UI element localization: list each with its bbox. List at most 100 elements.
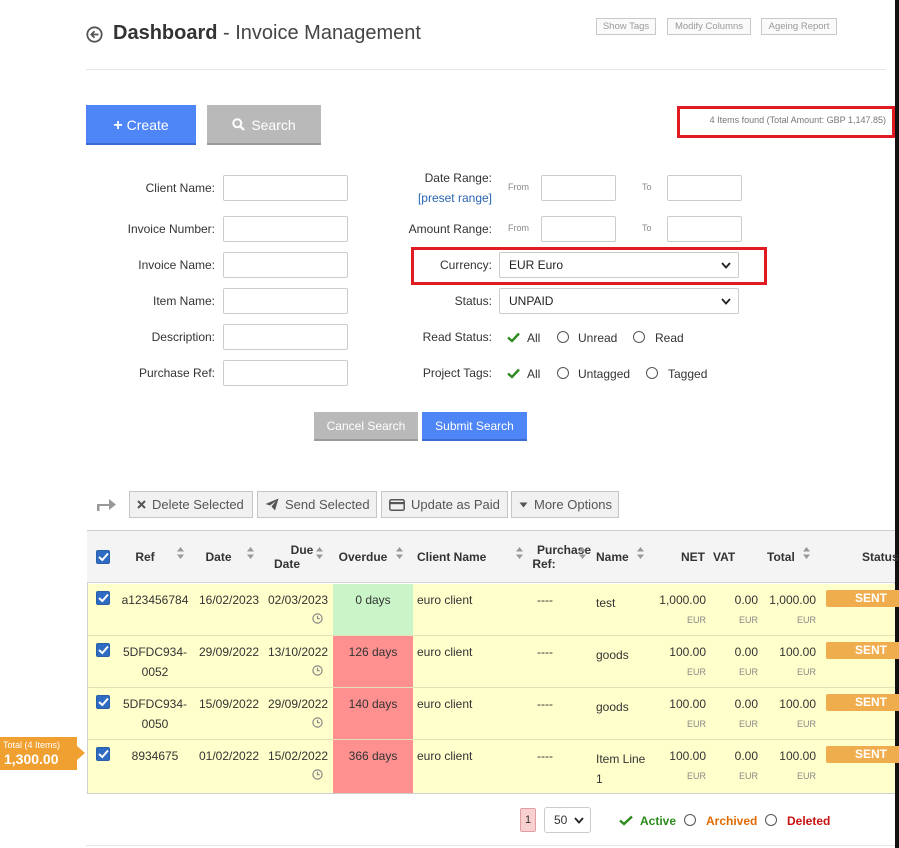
invoice-ref-link-line2[interactable]: 0050 [115,717,195,731]
check-icon[interactable] [507,368,520,379]
project-tags-all[interactable]: All [527,367,540,381]
show-tags-button[interactable]: Show Tags [596,18,656,35]
checkmark-icon [98,552,109,562]
project-tags-untagged-radio[interactable] [557,367,569,379]
column-header-net[interactable]: NET [677,550,705,564]
date-to-input[interactable] [667,175,742,201]
search-button[interactable]: Search [207,105,321,145]
date-from-input[interactable] [541,175,616,201]
invoice-ref-link-line2[interactable]: 0052 [115,665,195,679]
invoice-name-input[interactable] [223,252,348,278]
clock-icon[interactable] [312,613,323,624]
sort-icon[interactable] [177,547,184,559]
column-header-vat[interactable]: VAT [713,550,739,564]
amount-range-label: Amount Range: [408,222,492,236]
page-number-button[interactable]: 1 [520,808,536,832]
invoice-name-label: Invoice Name: [138,258,215,272]
status-badge[interactable]: SENT [826,694,899,711]
column-header-total[interactable]: Total [767,550,797,564]
clock-icon[interactable] [312,717,323,728]
net-currency: EUR [686,771,706,781]
read-status-read-radio[interactable] [633,331,645,343]
sort-icon[interactable] [803,547,810,559]
column-header-ref[interactable]: Ref [130,550,160,564]
client-name-link[interactable]: euro client [417,645,472,659]
project-tags-tagged-radio[interactable] [646,367,658,379]
invoice-ref-link[interactable]: 5DFDC934- [115,697,195,711]
amount-from-input[interactable] [541,216,616,242]
status-badge[interactable]: SENT [826,746,899,763]
status-select[interactable]: UNPAID [499,288,739,314]
column-header-purchase-line2[interactable]: Ref: [530,557,558,571]
sort-icon[interactable] [396,547,403,559]
client-name-input[interactable] [223,175,348,201]
amount-to-input[interactable] [667,216,742,242]
status-badge[interactable]: SENT [826,642,899,659]
invoice-name: Item Line [596,752,646,766]
filter-active[interactable]: Active [640,814,676,828]
purchase-ref-input[interactable] [223,360,348,386]
per-page-select[interactable]: 50 [544,807,591,833]
project-tags-tagged[interactable]: Tagged [668,367,707,381]
clock-icon[interactable] [312,769,323,780]
select-all-checkbox[interactable] [96,550,110,564]
sort-icon[interactable] [316,547,323,559]
table-row[interactable] [88,688,895,740]
project-tags-untagged[interactable]: Untagged [578,367,630,381]
submit-search-button[interactable]: Submit Search [422,412,527,441]
read-status-unread[interactable]: Unread [578,331,617,345]
vat-currency: EUR [738,719,758,729]
client-name-link[interactable]: euro client [417,697,472,711]
filter-deleted[interactable]: Deleted [787,814,830,828]
client-name-link[interactable]: euro client [417,749,472,763]
sort-icon[interactable] [637,547,644,559]
invoice-ref-link[interactable]: 5DFDC934- [115,645,195,659]
back-circle-arrow-icon[interactable] [86,26,103,43]
table-row[interactable] [88,636,895,688]
filter-deleted-radio[interactable] [765,814,777,826]
read-status-read[interactable]: Read [655,331,684,345]
more-options-button[interactable]: More Options [511,491,619,518]
filter-archived-radio[interactable] [684,814,696,826]
client-name-link[interactable]: euro client [417,593,472,607]
item-name-input[interactable] [223,288,348,314]
preset-range-link[interactable]: [preset range] [380,191,492,205]
column-header-name[interactable]: Name [596,550,630,564]
description-input[interactable] [223,324,348,350]
invoice-number-input[interactable] [223,216,348,242]
column-header-date[interactable]: Date [200,550,237,564]
check-icon[interactable] [507,332,520,343]
sort-icon[interactable] [247,547,254,559]
delete-selected-button[interactable]: Delete Selected [129,491,253,518]
column-header-client-name[interactable]: Client Name [417,550,487,564]
read-status-unread-radio[interactable] [557,331,569,343]
table-row[interactable] [88,740,895,793]
modify-columns-button[interactable]: Modify Columns [667,18,751,35]
row-checkbox[interactable] [96,695,110,709]
row-checkbox[interactable] [96,747,110,761]
sort-icon[interactable] [516,547,523,559]
update-as-paid-button[interactable]: Update as Paid [381,491,508,518]
check-icon[interactable] [619,815,633,826]
sort-icon[interactable] [579,547,586,559]
send-selected-button[interactable]: Send Selected [257,491,377,518]
currency-value: EUR Euro [509,258,564,272]
chevron-down-icon [721,298,731,305]
read-status-all[interactable]: All [527,331,540,345]
clock-icon[interactable] [312,665,323,676]
table-row[interactable] [88,584,895,636]
invoice-ref-link[interactable]: a123456784 [115,593,195,607]
ageing-report-button[interactable]: Ageing Report [761,18,837,35]
column-header-due-line2[interactable]: Date [268,557,306,571]
create-button[interactable]: + Create [86,105,196,145]
cancel-search-button[interactable]: Cancel Search [314,412,418,441]
column-header-overdue[interactable]: Overdue [337,550,389,564]
checkmark-icon [98,645,109,655]
currency-select[interactable]: EUR Euro [499,252,739,278]
status-badge[interactable]: SENT [826,590,899,607]
invoice-ref-link[interactable]: 8934675 [115,749,195,763]
column-header-status[interactable]: Status [862,550,899,564]
row-checkbox[interactable] [96,591,110,605]
row-checkbox[interactable] [96,643,110,657]
filter-archived[interactable]: Archived [706,814,757,828]
